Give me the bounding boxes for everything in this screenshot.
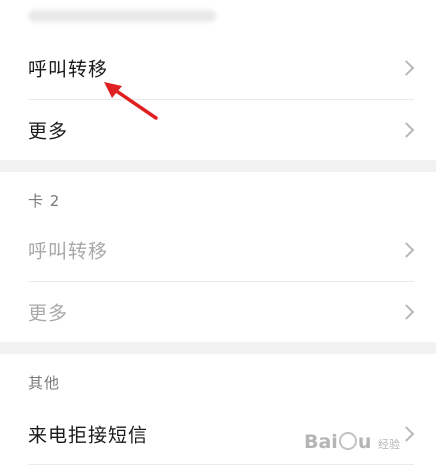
blurred-header — [0, 0, 436, 38]
row-card2-call-forwarding[interactable]: 呼叫转移 — [0, 220, 436, 280]
section-header-card-2: 卡 2 — [28, 192, 61, 210]
annotation-arrow-icon — [104, 82, 158, 120]
row-card2-more[interactable]: 更多 — [0, 282, 436, 342]
row-call-forwarding[interactable]: 呼叫转移 — [0, 38, 436, 98]
section-gap — [0, 342, 436, 354]
watermark-brand-tail: u — [357, 431, 372, 453]
settings-screen: 呼叫转移 更多 卡 2 呼叫转移 更多 其他 来电拒接短信 Bai u 经验 — [0, 0, 436, 470]
row-label: 更多 — [28, 302, 69, 325]
paw-icon — [338, 432, 357, 450]
row-label: 来电拒接短信 — [28, 424, 149, 447]
chevron-right-icon — [398, 304, 415, 320]
divider — [28, 464, 414, 465]
row-label: 呼叫转移 — [28, 240, 109, 263]
watermark-sub: 经验 — [377, 438, 400, 451]
chevron-right-icon — [398, 122, 415, 138]
row-label: 更多 — [28, 120, 69, 143]
section-gap — [0, 160, 436, 172]
row-label: 呼叫转移 — [28, 58, 109, 81]
watermark-brand: Bai — [304, 431, 338, 453]
blurred-text — [28, 10, 216, 22]
section-header-other: 其他 — [28, 374, 61, 392]
chevron-right-icon — [398, 60, 415, 76]
chevron-right-icon — [398, 242, 415, 258]
row-more[interactable]: 更多 — [0, 100, 436, 160]
baidu-watermark: Bai u 经验 — [304, 426, 424, 458]
